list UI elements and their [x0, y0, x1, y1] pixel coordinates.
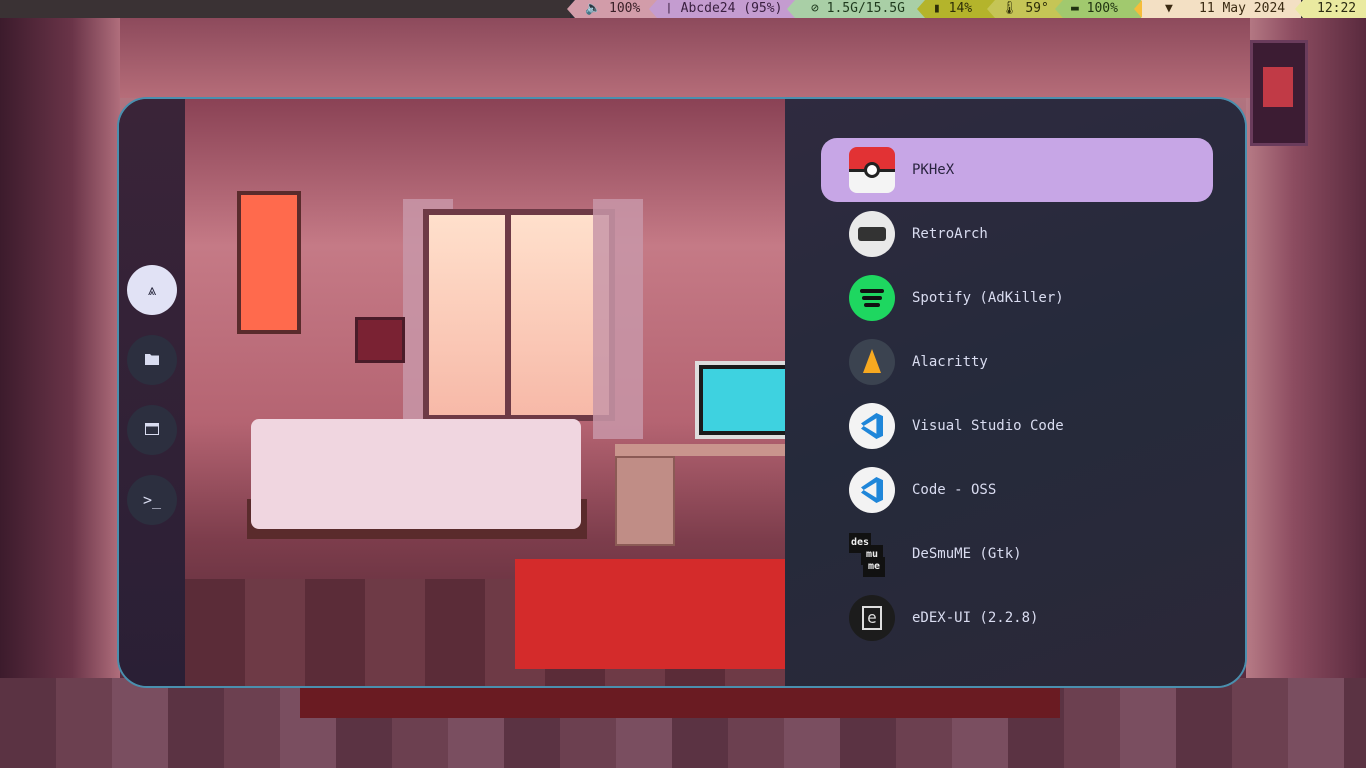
spotify-icon — [849, 275, 895, 321]
app-label: RetroArch — [912, 226, 988, 242]
app-item-retroarch[interactable]: RetroArch — [821, 202, 1213, 266]
wallpaper-left — [0, 18, 120, 768]
app-label: Spotify (AdKiller) — [912, 290, 1064, 306]
app-item-code-oss[interactable]: Code - OSS — [821, 458, 1213, 522]
app-label: eDEX-UI (2.2.8) — [912, 610, 1039, 626]
sidebar-terminal-button[interactable]: >_ — [127, 475, 177, 525]
app-label: DeSmuME (Gtk) — [912, 546, 1022, 562]
app-item-desmume[interactable]: des mu me DeSmuME (Gtk) — [821, 522, 1213, 586]
wifi-indicator[interactable]: ❘ Abcde24 (95%) — [649, 0, 803, 18]
app-list: PKHeX RetroArch Spotify (AdKiller) Alacr… — [785, 99, 1245, 686]
launcher-wallpaper-image — [185, 99, 785, 686]
retroarch-icon — [849, 211, 895, 257]
wallpaper-ceiling — [120, 18, 1250, 98]
app-label: Alacritty — [912, 354, 988, 370]
arch-logo-icon: ⩓ — [147, 281, 157, 299]
desmume-icon: des mu me — [849, 531, 895, 577]
app-label: Visual Studio Code — [912, 418, 1064, 434]
alacritty-icon — [849, 339, 895, 385]
folder-icon — [145, 351, 159, 369]
sidebar-apps-button[interactable]: ⩓ — [127, 265, 177, 315]
terminal-icon: >_ — [142, 491, 162, 509]
app-item-alacritty[interactable]: Alacritty — [821, 330, 1213, 394]
app-item-pkhex[interactable]: PKHeX — [821, 138, 1213, 202]
launcher-sidebar: ⩓ >_ — [119, 99, 185, 686]
status-bar-empty-area — [0, 0, 570, 18]
sidebar-files-button[interactable] — [127, 335, 177, 385]
wallpaper-poster — [1250, 40, 1308, 146]
app-label: PKHeX — [912, 162, 955, 178]
memory-indicator: ⊘ 1.5G/15.5G — [787, 0, 929, 18]
date-display: 11 May 2024 — [1191, 0, 1301, 18]
app-item-spotify[interactable]: Spotify (AdKiller) — [821, 266, 1213, 330]
clock: 12:22 — [1295, 0, 1366, 18]
pokeball-icon — [849, 147, 895, 193]
app-item-vscode[interactable]: Visual Studio Code — [821, 394, 1213, 458]
code-oss-icon — [849, 467, 895, 513]
app-launcher-window: ⩓ >_ PKHeX RetroArch Spotify (AdKiller) … — [117, 97, 1247, 688]
vscode-icon — [849, 403, 895, 449]
app-label: Code - OSS — [912, 482, 997, 498]
app-item-edex-ui[interactable]: e eDEX-UI (2.2.8) — [821, 586, 1213, 650]
sidebar-windows-button[interactable] — [127, 405, 177, 455]
status-bar: 🔈 100% ❘ Abcde24 (95%) ⊘ 1.5G/15.5G ▮ 14… — [0, 0, 1366, 18]
edex-icon: e — [849, 595, 895, 641]
window-icon — [145, 421, 159, 439]
